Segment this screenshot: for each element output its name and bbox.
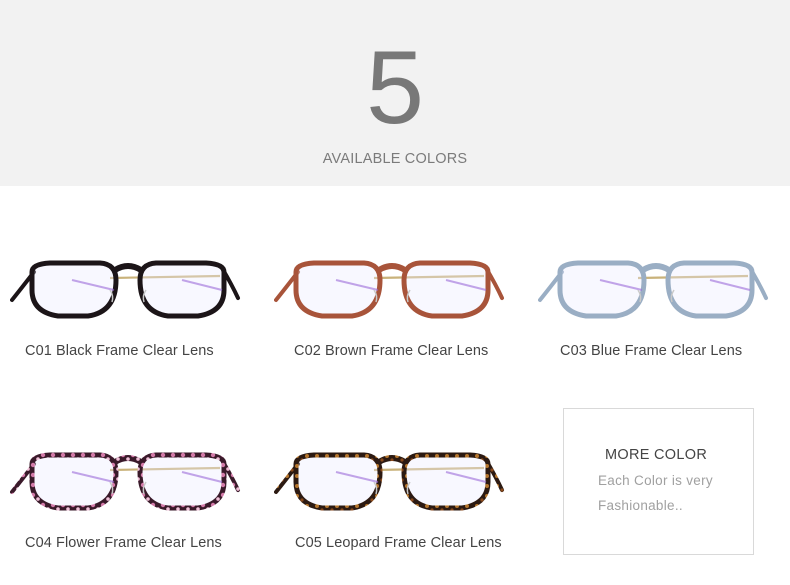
lens-left <box>293 452 383 511</box>
lens-left <box>29 260 119 319</box>
product-c03[interactable]: C03 Blue Frame Clear Lens <box>538 250 778 370</box>
product-caption: C04 Flower Frame Clear Lens <box>25 535 222 551</box>
more-color-title: MORE COLOR <box>605 447 708 463</box>
more-color-box[interactable]: MORE COLOR Each Color is very Fashionabl… <box>563 408 754 555</box>
bridge <box>113 455 143 465</box>
lens-right <box>665 260 755 319</box>
more-color-line-1: Each Color is very <box>598 473 713 488</box>
color-count: 5 <box>366 30 424 146</box>
product-caption: C03 Blue Frame Clear Lens <box>560 343 743 359</box>
lens-right <box>137 452 227 511</box>
product-c05[interactable]: C05 Leopard Frame Clear Lens <box>274 442 514 562</box>
lens-left <box>29 452 119 511</box>
more-color-line-2: Fashionable.. <box>598 498 683 513</box>
glasses-image-c02 <box>274 260 504 319</box>
bridge <box>377 263 407 273</box>
lens-right <box>401 260 491 319</box>
lens-left <box>293 260 383 319</box>
glasses-image-c01 <box>10 260 240 319</box>
product-c01[interactable]: C01 Black Frame Clear Lens <box>10 250 250 370</box>
lens-right <box>401 452 491 511</box>
glasses-image-c04 <box>10 452 240 511</box>
product-caption: C01 Black Frame Clear Lens <box>25 343 214 359</box>
glasses-image-c05 <box>274 452 504 511</box>
header-label: AVAILABLE COLORS <box>322 151 468 167</box>
bridge <box>377 455 407 465</box>
glasses-image-c03 <box>538 260 768 319</box>
bridge <box>113 263 143 273</box>
header-banner: 5 AVAILABLE COLORS <box>0 0 790 186</box>
bridge <box>641 263 671 273</box>
product-caption: C02 Brown Frame Clear Lens <box>294 343 489 359</box>
product-c02[interactable]: C02 Brown Frame Clear Lens <box>274 250 514 370</box>
lens-right <box>137 260 227 319</box>
lens-left <box>557 260 647 319</box>
product-c04[interactable]: C04 Flower Frame Clear Lens <box>10 442 250 562</box>
product-caption: C05 Leopard Frame Clear Lens <box>295 535 502 551</box>
